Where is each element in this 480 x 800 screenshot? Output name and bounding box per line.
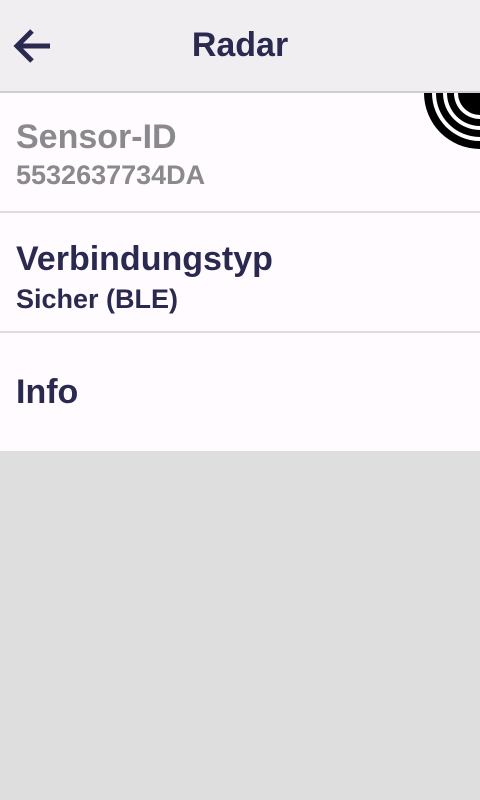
- connection-type-value: Sicher (BLE): [16, 284, 179, 314]
- page-title: Radar: [191, 26, 289, 64]
- radar-signal-icon: [422, 93, 480, 149]
- list-item-sensor-id: Sensor-ID 5532637734DA: [0, 93, 480, 213]
- app-bar: Radar: [0, 0, 480, 93]
- connection-type-label: Verbindungstyp: [16, 240, 273, 278]
- list-item-info[interactable]: Info: [0, 333, 480, 451]
- sensor-id-value: 5532637734DA: [16, 160, 206, 190]
- sensor-id-label: Sensor-ID: [16, 118, 177, 156]
- list-item-connection-type[interactable]: Verbindungstyp Sicher (BLE): [0, 213, 480, 333]
- info-label: Info: [16, 373, 79, 411]
- settings-list: Sensor-ID 5532637734DA Verbindungstyp Si…: [0, 93, 480, 451]
- empty-area: [0, 451, 480, 800]
